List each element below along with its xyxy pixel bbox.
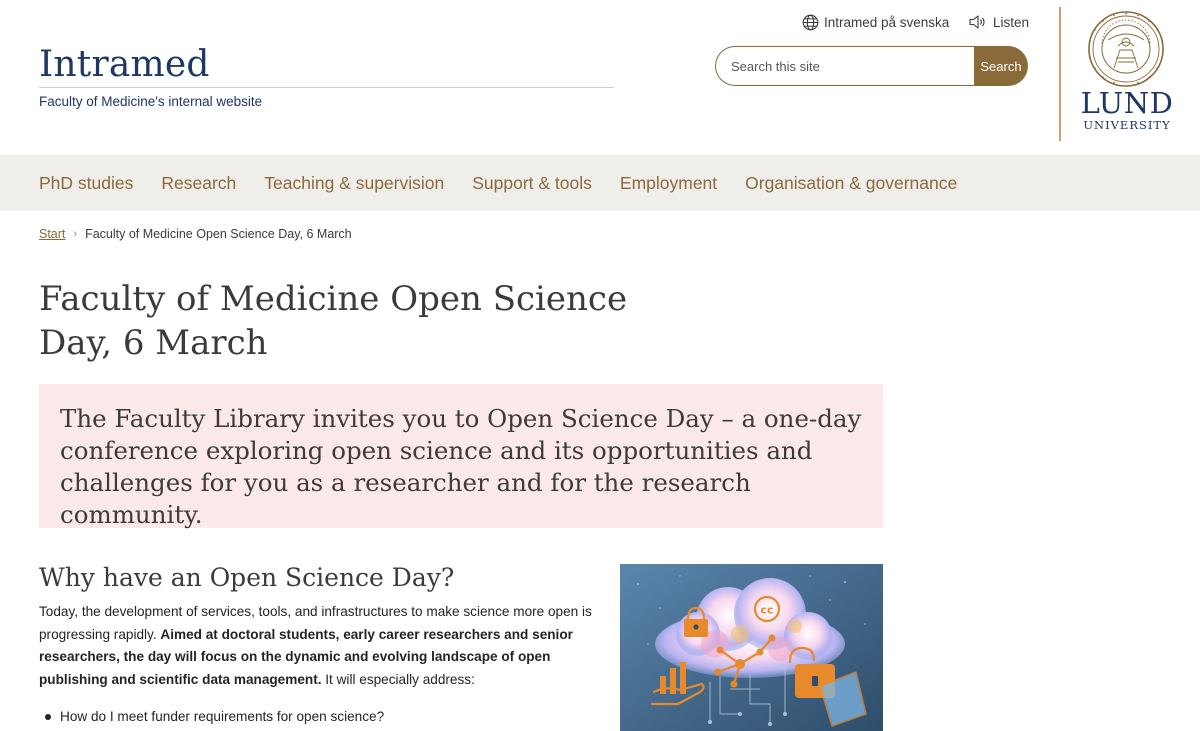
search-button[interactable]: Search — [974, 46, 1028, 86]
nav-item-phd-studies[interactable]: PhD studies — [39, 173, 133, 194]
breadcrumb-current: Faculty of Medicine Open Science Day, 6 … — [85, 227, 352, 241]
search-input[interactable] — [715, 46, 985, 86]
intro-box: The Faculty Library invites you to Open … — [39, 384, 883, 529]
intro-text: The Faculty Library invites you to Open … — [60, 404, 862, 529]
svg-text:cc: cc — [760, 604, 773, 617]
nav-item-teaching-supervision[interactable]: Teaching & supervision — [264, 173, 444, 194]
logo-line-1: LUND — [1080, 86, 1174, 120]
nav-item-support-tools[interactable]: Support & tools — [472, 173, 592, 194]
nav-item-research[interactable]: Research — [161, 173, 236, 194]
open-science-illustration: cc — [620, 564, 883, 731]
language-link-label: Intramed på svenska — [824, 15, 950, 30]
listen-link-label: Listen — [993, 14, 1030, 30]
nav-item-organisation-governance[interactable]: Organisation & governance — [745, 173, 957, 194]
language-link[interactable]: Intramed på svenska — [802, 14, 949, 31]
paragraph-end: It will especially address: — [321, 671, 475, 687]
site-title[interactable]: Intramed — [39, 44, 210, 85]
listen-link[interactable]: Listen — [968, 14, 1029, 30]
breadcrumb: Start › Faculty of Medicine Open Science… — [39, 227, 352, 241]
list-item: How do I meet funder requirements for op… — [39, 706, 599, 728]
site-subtitle: Faculty of Medicine's internal website — [39, 94, 263, 109]
logo-line-2: UNIVERSITY — [1083, 118, 1171, 132]
logo-divider — [1059, 7, 1061, 141]
breadcrumb-start-link[interactable]: Start — [39, 227, 65, 241]
topic-list: How do I meet funder requirements for op… — [39, 706, 599, 728]
speaker-icon — [969, 15, 985, 29]
nav-item-employment[interactable]: Employment — [620, 173, 717, 194]
site-header: Intramed Faculty of Medicine's internal … — [0, 0, 1200, 155]
breadcrumb-separator: › — [73, 228, 78, 240]
section-heading: Why have an Open Science Day? — [39, 563, 455, 592]
page-title: Faculty of Medicine Open Science Day, 6 … — [39, 279, 628, 363]
nav-list: PhD studies Research Teaching & supervis… — [39, 155, 957, 211]
title-divider — [39, 87, 614, 88]
lund-university-wordmark: LUND UNIVERSITY — [1080, 86, 1174, 133]
globe-icon — [802, 14, 819, 31]
main-navigation: PhD studies Research Teaching & supervis… — [0, 155, 1200, 211]
search-form: Search — [715, 46, 1028, 86]
body-paragraph: Today, the development of services, tool… — [39, 601, 599, 691]
